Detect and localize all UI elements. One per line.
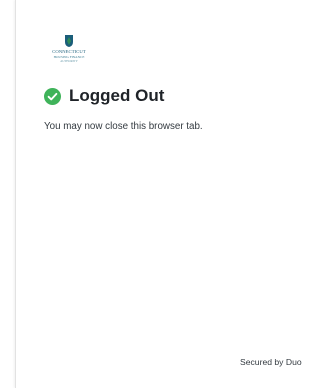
page-title: Logged Out <box>69 86 165 105</box>
organization-logo: CONNECTICUT HOUSING FINANCE AUTHORITY <box>44 34 94 68</box>
logo-text-line-1: CONNECTICUT <box>52 49 86 54</box>
logout-panel: CONNECTICUT HOUSING FINANCE AUTHORITY Lo… <box>15 0 326 388</box>
page: CONNECTICUT HOUSING FINANCE AUTHORITY Lo… <box>0 0 326 388</box>
status-heading: Logged Out <box>44 86 164 106</box>
status-message: You may now close this browser tab. <box>44 121 203 132</box>
logo-text-line-3: AUTHORITY <box>60 58 78 63</box>
secured-by-duo-footer: Secured by Duo <box>240 357 302 367</box>
logo-mark-icon <box>65 35 73 47</box>
check-circle-icon <box>44 87 61 105</box>
